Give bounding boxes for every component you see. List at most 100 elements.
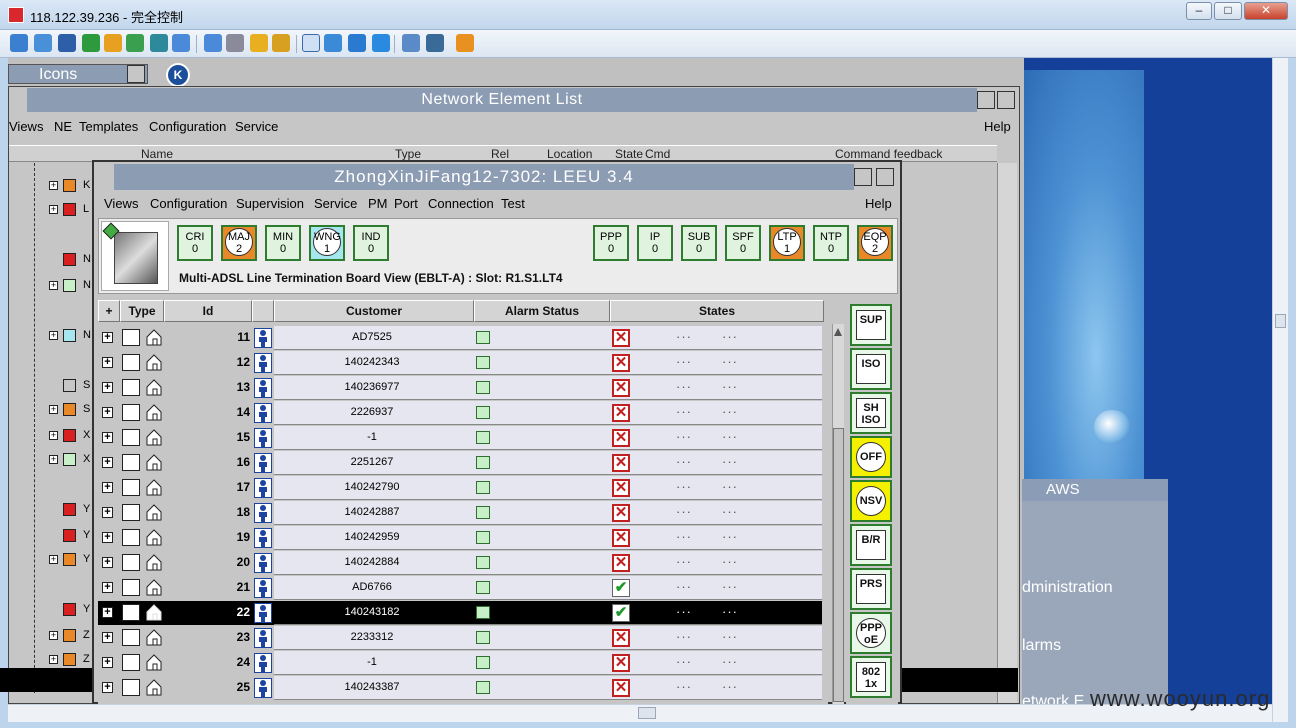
nel-menu-configuration[interactable]: Configuration xyxy=(149,119,226,134)
nel-col-rel[interactable]: Rel xyxy=(491,147,509,161)
customer-person-icon[interactable] xyxy=(254,578,272,598)
ne-status-icon[interactable] xyxy=(63,503,76,516)
nel-menu-help[interactable]: Help xyxy=(984,119,1011,134)
scroll-thumb[interactable] xyxy=(833,428,844,702)
row-expand-icon[interactable]: + xyxy=(102,682,113,693)
table-row[interactable]: +15 -1 ✕ ··· ··· xyxy=(98,426,822,450)
table-row[interactable]: +16 2251267 ✕ ··· ··· xyxy=(98,451,822,475)
ne-tree-label[interactable]: X xyxy=(83,429,90,441)
leeu-menu-views[interactable]: Views xyxy=(104,196,138,211)
table-row[interactable]: +11 AD7525 ✕ ··· ··· xyxy=(98,326,822,350)
col-states-header[interactable]: States xyxy=(610,300,824,322)
monitor-icon[interactable] xyxy=(10,34,28,52)
lock-icon[interactable] xyxy=(250,34,268,52)
row-expand-icon[interactable]: + xyxy=(102,332,113,343)
ne-status-icon[interactable] xyxy=(63,653,76,666)
disconnect-icon[interactable] xyxy=(456,34,474,52)
fullscreen-icon[interactable] xyxy=(302,34,320,52)
table-row[interactable]: +14 2226937 ✕ ··· ··· xyxy=(98,401,822,425)
vertical-scrollbar[interactable] xyxy=(1272,58,1288,722)
state-button-sup[interactable]: SUP xyxy=(850,304,892,346)
table-row[interactable]: +23 2233312 ✕ ··· ··· xyxy=(98,626,822,650)
ne-tree-label[interactable]: L xyxy=(83,203,89,215)
state-button-iso[interactable]: ISO xyxy=(850,348,892,390)
leeu-menu-test[interactable]: Test xyxy=(501,196,525,211)
table-row[interactable]: +20 140242884 ✕ ··· ··· xyxy=(98,551,822,575)
leeu-menu-port[interactable]: Port xyxy=(394,196,418,211)
customer-person-icon[interactable] xyxy=(254,453,272,473)
upload-icon[interactable] xyxy=(204,34,222,52)
ne-tree-label[interactable]: Z xyxy=(83,653,90,665)
nel-col-state[interactable]: State xyxy=(615,147,643,161)
tree-expand-icon[interactable]: + xyxy=(49,205,58,214)
row-expand-icon[interactable]: + xyxy=(102,607,113,618)
ne-status-icon[interactable] xyxy=(63,403,76,416)
ne-status-icon[interactable] xyxy=(63,603,76,616)
alarm-sub-counter[interactable]: SUB 0 xyxy=(681,225,717,261)
table-row[interactable]: +12 140242343 ✕ ··· ··· xyxy=(98,351,822,375)
tree-expand-icon[interactable]: + xyxy=(49,431,58,440)
customer-person-icon[interactable] xyxy=(254,653,272,673)
ne-tree-label[interactable]: N xyxy=(83,279,91,291)
icons-window-button[interactable] xyxy=(127,65,145,83)
nel-menu-service[interactable]: Service xyxy=(235,119,278,134)
tree-expand-icon[interactable]: + xyxy=(49,281,58,290)
state-button-ppp-oe[interactable]: PPP oE xyxy=(850,612,892,654)
table-row[interactable]: +19 140242959 ✕ ··· ··· xyxy=(98,526,822,550)
customer-person-icon[interactable] xyxy=(254,553,272,573)
alarm-ip-counter[interactable]: IP 0 xyxy=(637,225,673,261)
alarm-maj-counter[interactable]: MAJ 2 xyxy=(221,225,257,261)
alarm-cri-counter[interactable]: CRI 0 xyxy=(177,225,213,261)
alarm-wng-counter[interactable]: WNG 1 xyxy=(309,225,345,261)
state-button-prs[interactable]: PRS xyxy=(850,568,892,610)
ne-tree-label[interactable]: Y xyxy=(83,503,90,515)
table-row[interactable]: +22 140243182 ✔ ··· ··· xyxy=(98,601,822,625)
network-icon[interactable] xyxy=(226,34,244,52)
ne-status-icon[interactable] xyxy=(63,253,76,266)
row-expand-icon[interactable]: + xyxy=(102,557,113,568)
row-expand-icon[interactable]: + xyxy=(102,657,113,668)
ne-status-icon[interactable] xyxy=(63,529,76,542)
table-row[interactable]: +17 140242790 ✕ ··· ··· xyxy=(98,476,822,500)
nel-maximize-button[interactable] xyxy=(997,91,1015,109)
state-button-off[interactable]: OFF xyxy=(850,436,892,478)
tree-expand-icon[interactable]: + xyxy=(49,655,58,664)
expand-all-button[interactable]: + xyxy=(98,300,120,322)
customer-person-icon[interactable] xyxy=(254,678,272,698)
window-icon[interactable] xyxy=(34,34,52,52)
ne-status-icon[interactable] xyxy=(63,453,76,466)
ne-tree-label[interactable]: Z xyxy=(83,629,90,641)
scroll-up-icon[interactable] xyxy=(834,328,842,336)
scroll-thumb[interactable] xyxy=(1275,314,1286,328)
tree-expand-icon[interactable]: + xyxy=(49,405,58,414)
alarm-eqp-counter[interactable]: EQP 2 xyxy=(857,225,893,261)
table-scrollbar[interactable] xyxy=(832,324,844,704)
nel-col-location[interactable]: Location xyxy=(547,147,592,161)
ne-status-icon[interactable] xyxy=(63,203,76,216)
table-row[interactable]: +18 140242887 ✕ ··· ··· xyxy=(98,501,822,525)
ne-status-icon[interactable] xyxy=(63,179,76,192)
ne-tree-label[interactable]: N xyxy=(83,253,91,265)
ne-tree-label[interactable]: X xyxy=(83,453,90,465)
state-button-sh-iso[interactable]: SH ISO xyxy=(850,392,892,434)
ne-status-icon[interactable] xyxy=(63,629,76,642)
customer-person-icon[interactable] xyxy=(254,603,272,623)
customer-person-icon[interactable] xyxy=(254,378,272,398)
row-expand-icon[interactable]: + xyxy=(102,357,113,368)
leeu-menu-service[interactable]: Service xyxy=(314,196,357,211)
ne-tree-label[interactable]: N xyxy=(83,329,91,341)
maximize-button[interactable]: □ xyxy=(1214,2,1242,20)
horizontal-scrollbar[interactable] xyxy=(8,704,1272,722)
col-alarm-status-header[interactable]: Alarm Status xyxy=(474,300,610,322)
alarm-ind-counter[interactable]: IND 0 xyxy=(353,225,389,261)
row-expand-icon[interactable]: + xyxy=(102,457,113,468)
customer-person-icon[interactable] xyxy=(254,528,272,548)
timer-icon[interactable] xyxy=(104,34,122,52)
close-button[interactable]: ✕ xyxy=(1244,2,1288,20)
nel-menu-views[interactable]: Views xyxy=(9,119,43,134)
key-icon[interactable] xyxy=(272,34,290,52)
col-customer-header[interactable]: Customer xyxy=(274,300,474,322)
nel-minimize-button[interactable] xyxy=(977,91,995,109)
tree-expand-icon[interactable]: + xyxy=(49,555,58,564)
state-button-802-1x[interactable]: 802 1x xyxy=(850,656,892,698)
